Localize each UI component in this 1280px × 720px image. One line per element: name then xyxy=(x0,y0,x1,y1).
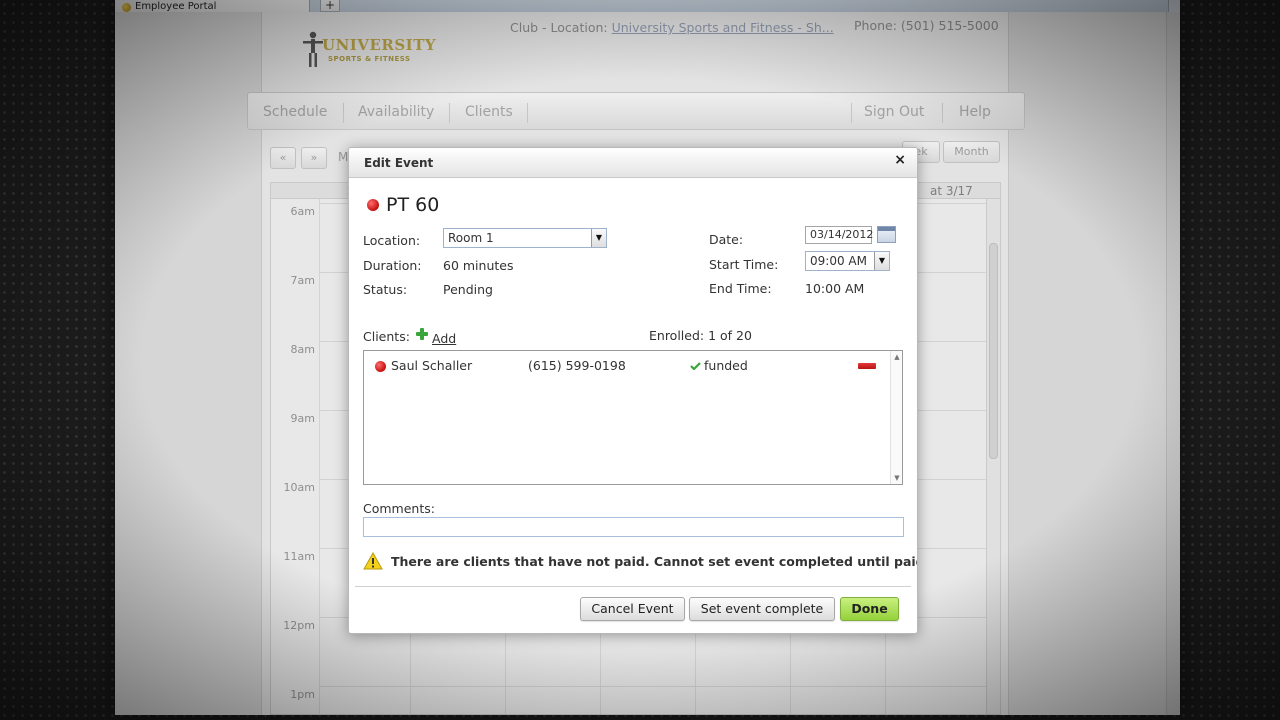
club-location-link[interactable]: University Sports and Fitness - Sh... xyxy=(612,20,834,35)
favicon-icon xyxy=(122,2,131,12)
dialog-header: Edit Event × xyxy=(349,148,917,178)
nav-schedule[interactable]: Schedule xyxy=(263,93,327,131)
calendar-month-label: M xyxy=(338,150,349,164)
start-time-label: Start Time: xyxy=(709,257,779,272)
done-button[interactable]: Done xyxy=(840,597,899,621)
club-location-label: Club - Location: xyxy=(510,20,608,35)
new-tab-button[interactable]: + xyxy=(320,0,340,12)
nav-separator xyxy=(527,103,528,123)
close-icon[interactable]: × xyxy=(894,152,906,168)
set-event-complete-button[interactable]: Set event complete xyxy=(689,597,835,621)
calendar-scrollbar[interactable] xyxy=(986,199,1000,714)
location-select[interactable]: Room 1 ▼ xyxy=(443,228,607,248)
table-row[interactable]: Saul Schaller (615) 599-0198 funded xyxy=(364,356,891,376)
client-name: Saul Schaller xyxy=(391,358,473,373)
comments-label: Comments: xyxy=(363,501,435,516)
logo-subtitle: SPORTS & FITNESS xyxy=(328,55,411,63)
scroll-down-icon[interactable]: ▼ xyxy=(891,474,903,482)
tab-bar: Employee Portal + xyxy=(115,0,1180,14)
duration-label: Duration: xyxy=(363,258,422,273)
main-nav: Schedule Availability Clients Sign Out H… xyxy=(247,92,1025,130)
start-time-value: 09:00 AM xyxy=(810,254,867,268)
clients-label: Clients: xyxy=(363,329,410,344)
hour-label: 7am xyxy=(290,274,315,287)
calendar-scroll-thumb[interactable] xyxy=(989,243,998,459)
dialog-title: Edit Event xyxy=(364,156,434,170)
warning-text: There are clients that have not paid. Ca… xyxy=(391,553,918,569)
hour-line xyxy=(319,686,986,687)
status-label: Status: xyxy=(363,282,408,297)
comments-input[interactable] xyxy=(363,517,904,537)
start-time-select[interactable]: 09:00 AM ▼ xyxy=(805,251,890,271)
event-name: PT 60 xyxy=(386,194,440,216)
day-header-saturday: at 3/17 xyxy=(930,184,973,198)
cancel-event-button[interactable]: Cancel Event xyxy=(580,597,685,621)
date-label: Date: xyxy=(709,232,744,247)
status-dot-icon xyxy=(375,361,386,372)
club-location: Club - Location: University Sports and F… xyxy=(510,20,834,35)
status-value: Pending xyxy=(443,282,493,297)
hour-label: 11am xyxy=(283,550,315,563)
hour-label: 9am xyxy=(290,412,315,425)
nav-sign-out[interactable]: Sign Out xyxy=(864,93,924,131)
add-client-label[interactable]: Add xyxy=(432,331,456,346)
payment-warning: There are clients that have not paid. Ca… xyxy=(363,552,918,570)
hour-label: 12pm xyxy=(283,619,315,632)
calendar-icon[interactable] xyxy=(877,226,896,243)
calendar-month-button[interactable]: Month xyxy=(943,141,1000,163)
hour-label: 10am xyxy=(283,481,315,494)
add-client-link[interactable]: Add xyxy=(432,328,456,347)
plus-icon[interactable] xyxy=(416,328,428,340)
nav-help[interactable]: Help xyxy=(959,93,991,131)
client-list-scrollbar[interactable]: ▲ ▼ xyxy=(890,351,902,484)
chevron-down-icon[interactable]: ▼ xyxy=(874,252,889,270)
athlete-logo-icon xyxy=(303,31,323,67)
end-time-value: 10:00 AM xyxy=(805,281,865,296)
client-payment-status: funded xyxy=(704,358,748,373)
duration-value: 60 minutes xyxy=(443,258,514,273)
location-value: Room 1 xyxy=(448,231,494,245)
hour-label: 1pm xyxy=(290,688,315,701)
grid-column xyxy=(319,199,320,714)
page-scrollbar[interactable] xyxy=(1166,12,1180,715)
nav-clients[interactable]: Clients xyxy=(465,93,513,131)
event-title: PT 60 xyxy=(367,194,439,216)
date-input[interactable]: 03/14/2012 xyxy=(805,226,873,244)
hour-label: 8am xyxy=(290,343,315,356)
edit-event-dialog: Edit Event × PT 60 Location: Room 1 ▼ Du… xyxy=(348,147,918,634)
scroll-up-icon[interactable]: ▲ xyxy=(891,353,903,361)
calendar-next-button[interactable]: » xyxy=(301,147,327,169)
calendar-prev-button[interactable]: « xyxy=(270,147,296,169)
check-icon xyxy=(690,362,701,370)
nav-separator xyxy=(343,103,344,123)
enrolled-count: Enrolled: 1 of 20 xyxy=(649,328,752,343)
dialog-divider xyxy=(355,586,911,587)
location-label: Location: xyxy=(363,233,421,248)
nav-separator xyxy=(851,103,852,123)
nav-separator xyxy=(942,103,943,123)
brand-logo[interactable]: UNIVERSITY SPORTS & FITNESS xyxy=(290,28,436,74)
hour-label: 6am xyxy=(290,205,315,218)
client-list: Saul Schaller (615) 599-0198 funded ▲ ▼ xyxy=(363,350,903,485)
client-phone: (615) 599-0198 xyxy=(528,358,626,373)
club-phone: Phone: (501) 515-5000 xyxy=(854,18,999,33)
status-dot-icon xyxy=(367,199,379,211)
end-time-label: End Time: xyxy=(709,281,772,296)
logo-title: UNIVERSITY xyxy=(322,36,437,54)
remove-icon[interactable] xyxy=(858,363,876,369)
nav-availability[interactable]: Availability xyxy=(358,93,434,131)
chevron-down-icon[interactable]: ▼ xyxy=(591,229,606,247)
nav-separator xyxy=(449,103,450,123)
warning-icon xyxy=(363,552,383,570)
